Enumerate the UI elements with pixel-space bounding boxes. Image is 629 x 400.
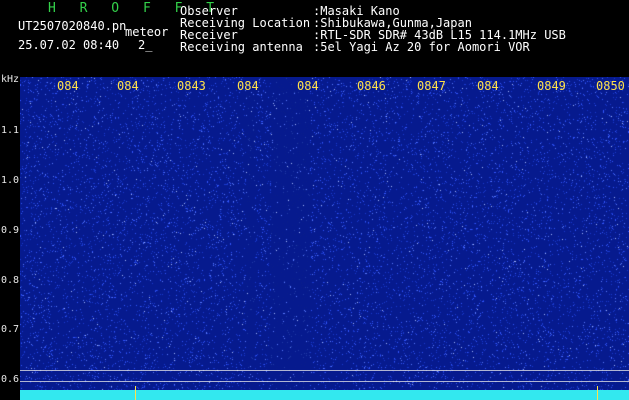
antenna-value: :5el Yagi Az 20 for Aomori VOR — [313, 40, 530, 54]
file-name: UT2507020840.pn — [18, 19, 127, 33]
time-label: 084 — [297, 79, 319, 93]
frequency-marker-line — [20, 381, 629, 382]
time-label: 0846 — [357, 79, 386, 93]
time-label: 084 — [237, 79, 259, 93]
time-label: 0849 — [537, 79, 566, 93]
y-tick: 0.7 — [0, 324, 19, 335]
y-tick: 0.9 — [0, 225, 19, 236]
waterfall-noise — [20, 77, 629, 400]
time-label: 0847 — [417, 79, 446, 93]
y-tick: 1.1 — [0, 125, 19, 136]
time-label: 084 — [117, 79, 139, 93]
waterfall-display — [20, 77, 629, 400]
time-label: 084 — [57, 79, 79, 93]
y-axis-unit: kHz — [1, 74, 20, 85]
frequency-marker-line — [20, 370, 629, 371]
y-tick: 1.0 — [0, 175, 19, 186]
y-tick: 0.8 — [0, 275, 19, 286]
time-label: 0843 — [177, 79, 206, 93]
spectrum-strip — [20, 390, 629, 400]
detection-count: 2_ — [138, 38, 153, 52]
time-label: 0850 — [596, 79, 625, 93]
header: H R O F F T UT2507020840.pn meteor 25.07… — [0, 0, 629, 75]
time-marker — [135, 386, 136, 400]
antenna-label: Receiving antenna — [180, 40, 303, 54]
time-label: 084 — [477, 79, 499, 93]
time-marker — [597, 386, 598, 400]
detection-kind: meteor — [125, 25, 169, 39]
y-tick: 0.6 — [0, 374, 19, 385]
date-time: 25.07.02 08:40 — [18, 38, 120, 52]
